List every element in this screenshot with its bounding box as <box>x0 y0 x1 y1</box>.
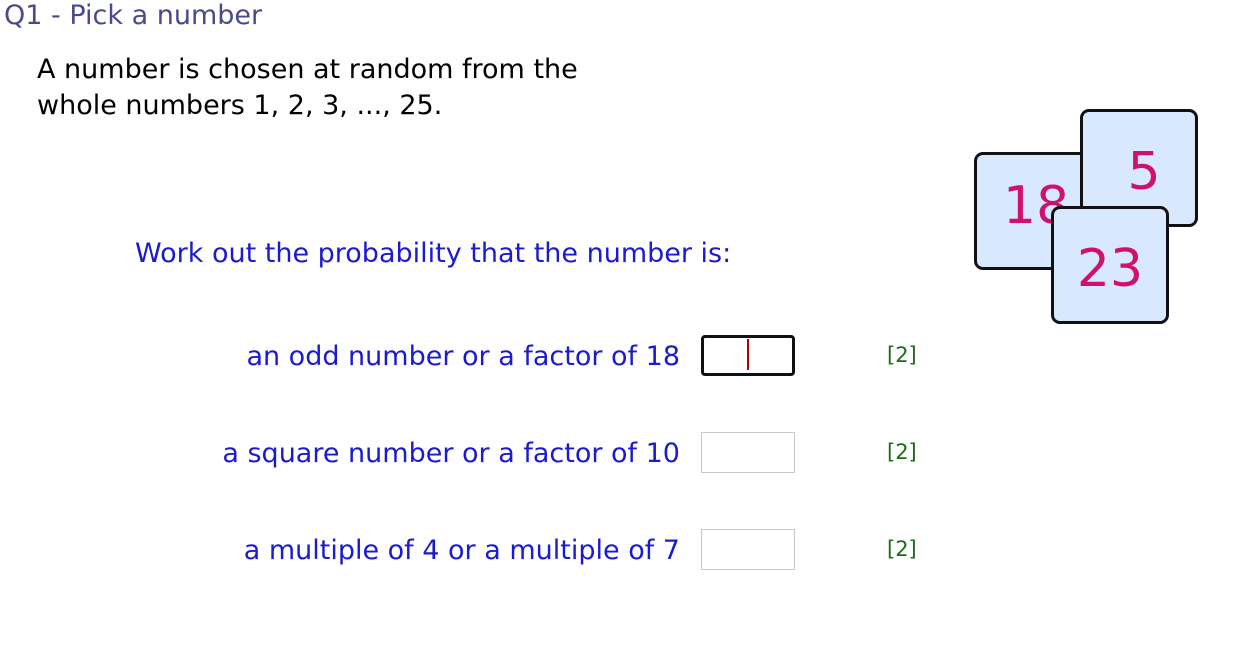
part-1-label: an odd number or a factor of 18 <box>246 341 680 372</box>
part-2-label: a square number or a factor of 10 <box>222 438 680 469</box>
part-2-answer-input[interactable] <box>701 432 795 473</box>
question-part-2: a square number or a factor of 10 [2] <box>0 432 1233 476</box>
part-3-label: a multiple of 4 or a multiple of 7 <box>243 535 680 566</box>
question-part-1: an odd number or a factor of 18 [2] <box>0 335 1233 379</box>
intro-line-1: A number is chosen at random from the <box>37 54 578 85</box>
question-part-3: a multiple of 4 or a multiple of 7 [2] <box>0 529 1233 573</box>
part-3-answer-input[interactable] <box>701 529 795 570</box>
text-cursor <box>747 339 749 370</box>
part-1-marks: [2] <box>887 343 917 367</box>
intro-line-2: whole numbers 1, 2, 3, ..., 25. <box>37 90 443 121</box>
number-card-23: 23 <box>1051 206 1169 324</box>
question-title: Q1 - Pick a number <box>4 0 263 31</box>
part-2-marks: [2] <box>887 440 917 464</box>
question-intro: A number is chosen at random from the wh… <box>37 52 578 124</box>
part-3-marks: [2] <box>887 537 917 561</box>
instruction-text: Work out the probability that the number… <box>135 238 732 269</box>
